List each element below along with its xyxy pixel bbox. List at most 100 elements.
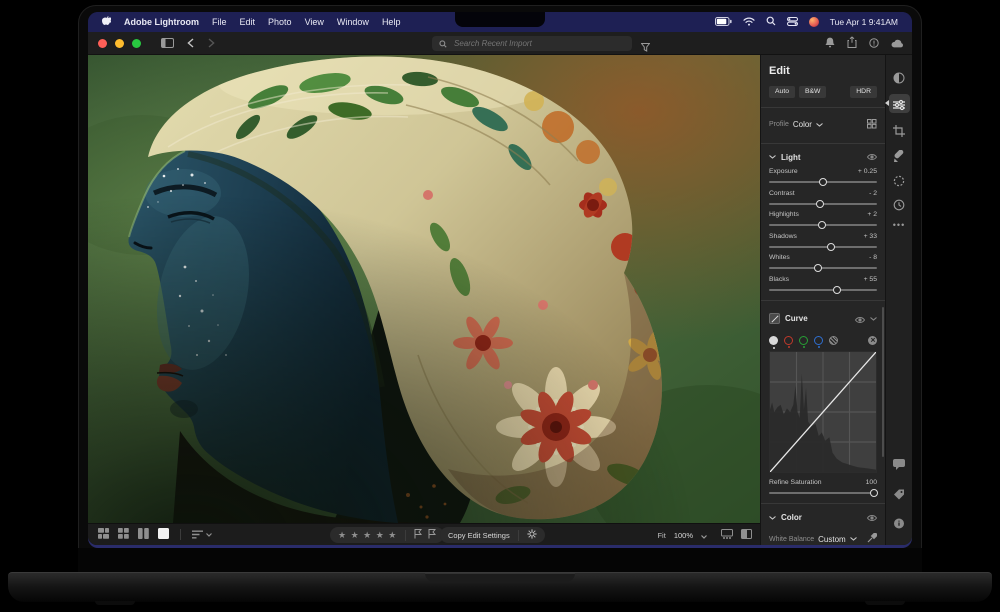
shadows-track[interactable] (769, 242, 877, 251)
menu-item-help[interactable]: Help (382, 17, 401, 27)
sidebar-toggle-icon[interactable] (161, 38, 174, 48)
star-rating[interactable]: ★ ★ ★ ★ ★ (338, 530, 397, 540)
lightroom-window: ★ ★ ★ ★ ★ Copy Edit Settings (88, 32, 912, 545)
panel-scrollbar[interactable] (882, 307, 884, 457)
chevron-down-icon (769, 515, 776, 520)
zoom-level[interactable]: 100% (674, 531, 693, 540)
profile-value[interactable]: Color (793, 120, 812, 129)
menu-clock[interactable]: Tue Apr 1 9:41AM (830, 17, 898, 27)
keywords-tag-icon[interactable] (894, 487, 905, 505)
versions-clock-icon[interactable] (893, 198, 905, 216)
healing-icon[interactable] (893, 149, 905, 167)
blacks-knob[interactable] (833, 285, 842, 294)
more-icon[interactable]: ••• (893, 221, 905, 230)
slider-value: + 55 (863, 275, 877, 283)
detail-view-icon[interactable] (158, 526, 169, 544)
white-balance-value[interactable]: Custom (818, 535, 846, 544)
curve-eye-icon[interactable] (854, 310, 866, 328)
zoom-chevron-icon[interactable] (701, 526, 707, 544)
edit-sliders-icon[interactable] (893, 98, 905, 116)
wifi-icon[interactable] (743, 17, 755, 28)
presets-icon[interactable] (893, 71, 905, 89)
slider-value: 100 (865, 479, 877, 487)
curve-targeted-adjust-icon[interactable] (829, 335, 838, 345)
auto-button[interactable]: Auto (769, 86, 795, 98)
cloud-icon[interactable] (891, 35, 904, 53)
sort-icon[interactable] (192, 530, 212, 539)
search-input-wrap[interactable] (432, 36, 632, 51)
compare-view-icon[interactable] (138, 526, 149, 544)
blacks-track[interactable] (769, 285, 877, 294)
slider-shadows: Shadows + 33 (769, 232, 877, 251)
slider-value: - 2 (869, 189, 877, 197)
chevron-down-icon[interactable] (870, 316, 877, 321)
slider-label: Contrast (769, 189, 795, 197)
crop-icon[interactable] (893, 124, 905, 142)
highlights-track[interactable] (769, 221, 877, 230)
settings-gear-icon[interactable] (527, 526, 537, 544)
curve-channel-blue[interactable] (814, 335, 823, 345)
refine-saturation-knob[interactable] (869, 489, 878, 498)
reject-flag-icon[interactable] (428, 526, 437, 544)
light-section-header[interactable]: Light (769, 153, 877, 162)
search-input[interactable] (452, 38, 612, 49)
light-eye-icon[interactable] (867, 154, 877, 161)
profile-browse-icon[interactable] (867, 116, 877, 134)
before-after-icon[interactable] (741, 526, 752, 544)
siri-icon[interactable] (808, 17, 819, 27)
curve-section-header[interactable]: Curve (769, 310, 877, 328)
notifications-bell-icon[interactable] (825, 35, 835, 53)
eyedropper-icon[interactable] (867, 530, 878, 545)
curve-channel-luminance[interactable] (769, 335, 778, 345)
spotlight-search-icon[interactable] (766, 16, 776, 28)
bw-button[interactable]: B&W (798, 86, 827, 98)
color-section-header[interactable]: Color (769, 513, 877, 522)
menu-item-file[interactable]: File (212, 17, 227, 27)
share-icon[interactable] (847, 35, 857, 53)
contrast-track[interactable] (769, 199, 877, 208)
copy-edit-settings-button[interactable]: Copy Edit Settings (448, 531, 510, 540)
hdr-button[interactable]: HDR (850, 86, 877, 98)
photo-grid-view-icon[interactable] (98, 526, 109, 544)
refine-saturation-track[interactable] (769, 489, 878, 498)
photo-canvas[interactable]: ★ ★ ★ ★ ★ Copy Edit Settings Fit 100% (88, 55, 760, 545)
menu-app-name[interactable]: Adobe Lightroom (124, 17, 199, 27)
exposure-knob[interactable] (819, 178, 827, 187)
apple-menu-icon[interactable] (102, 15, 113, 29)
curve-channel-red[interactable] (784, 335, 793, 345)
menu-item-view[interactable]: View (305, 17, 324, 27)
color-eye-icon[interactable] (867, 514, 877, 521)
curve-tool-icon[interactable] (769, 313, 780, 325)
whites-knob[interactable] (813, 264, 822, 273)
forward-arrow-icon[interactable] (207, 38, 216, 48)
close-window-button[interactable] (98, 38, 107, 48)
info-icon[interactable] (894, 516, 905, 534)
shadows-knob[interactable] (826, 242, 835, 251)
white-balance-row[interactable]: White Balance Custom (769, 530, 878, 545)
slider-value: + 33 (863, 232, 877, 240)
curve-reset-icon[interactable] (868, 335, 877, 345)
sync-status-icon[interactable] (869, 35, 879, 53)
masking-icon[interactable] (893, 174, 905, 192)
profile-row[interactable]: Profile Color (769, 116, 877, 134)
battery-icon[interactable] (714, 16, 732, 28)
whites-track[interactable] (769, 264, 877, 273)
highlights-knob[interactable] (817, 221, 826, 230)
minimize-window-button[interactable] (115, 38, 124, 48)
tone-curve[interactable] (769, 350, 877, 473)
contrast-knob[interactable] (815, 199, 824, 208)
edit-panel: Edit Auto B&W HDR Profile Color Light Ex… (760, 55, 885, 545)
menu-item-photo[interactable]: Photo (268, 17, 292, 27)
comments-icon[interactable] (893, 457, 905, 475)
control-center-icon[interactable] (786, 16, 798, 28)
pick-flag-icon[interactable] (414, 526, 423, 544)
curve-channel-green[interactable] (799, 335, 808, 345)
zoom-window-button[interactable] (132, 38, 141, 48)
fit-button[interactable]: Fit (657, 531, 665, 540)
back-arrow-icon[interactable] (186, 38, 195, 48)
menu-item-window[interactable]: Window (337, 17, 369, 27)
menu-item-edit[interactable]: Edit (240, 17, 256, 27)
exposure-track[interactable] (769, 178, 877, 187)
square-grid-view-icon[interactable] (118, 526, 129, 544)
filmstrip-icon[interactable] (721, 526, 733, 544)
